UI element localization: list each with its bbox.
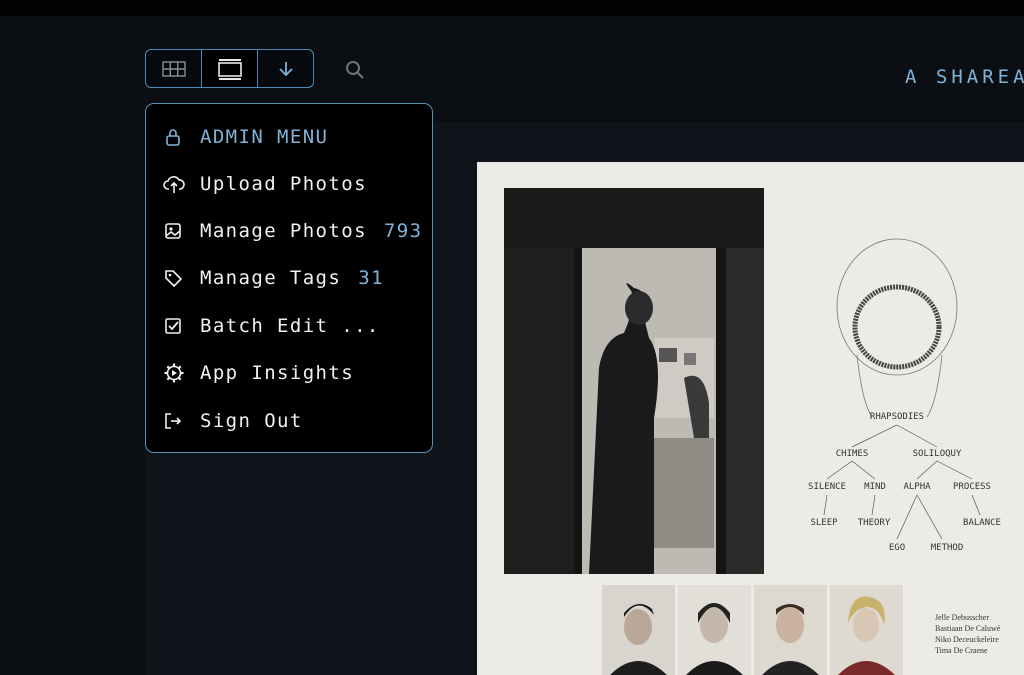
site-title[interactable]: A SHAREAB xyxy=(905,66,1024,88)
diagram-word: SILENCE xyxy=(808,482,846,492)
view-switcher xyxy=(145,49,314,88)
caption-line: Jelle Debusscher xyxy=(935,613,989,622)
admin-menu: ADMIN MENU Upload Photos Manage Photos 7… xyxy=(145,103,433,453)
caption-line: Bastiaan De Caluwé xyxy=(935,624,1001,633)
menu-item-label: Manage Photos xyxy=(200,220,367,242)
full-frame-view-button[interactable] xyxy=(202,50,258,87)
diagram-word: RHAPSODIES xyxy=(870,412,924,422)
photo-doorway-figure xyxy=(504,188,764,574)
menu-item-manage-tags[interactable]: Manage Tags 31 xyxy=(163,263,384,293)
admin-menu-toggle-button[interactable] xyxy=(258,50,313,87)
mind-map-diagram: RHAPSODIES CHIMES SOLILOQUY SILENCE MIND… xyxy=(808,238,1001,553)
diagram-word: ALPHA xyxy=(903,482,931,492)
diagram-word: BALANCE xyxy=(963,518,1001,528)
caption-line: Niko Deceuckeleire xyxy=(935,635,999,644)
top-bar xyxy=(0,0,1024,16)
checkbox-icon xyxy=(163,315,189,337)
lock-icon xyxy=(163,126,189,148)
grid-view-button[interactable] xyxy=(146,50,202,87)
portrait-captions: Jelle Debusscher Bastiaan De Caluwé Niko… xyxy=(935,612,1024,656)
menu-item-label: Manage Tags xyxy=(200,267,342,289)
menu-item-manage-photos[interactable]: Manage Photos 793 xyxy=(163,216,422,246)
portrait-photo xyxy=(754,585,827,675)
portrait-photo xyxy=(602,585,675,675)
photo-count-badge: 793 xyxy=(383,220,423,242)
search-icon xyxy=(346,61,364,79)
diagram-word: SLEEP xyxy=(810,518,838,528)
sign-out-icon xyxy=(163,410,189,432)
diagram-word: PROCESS xyxy=(953,482,991,492)
diagram-word: THEORY xyxy=(858,518,891,528)
menu-item-sign-out[interactable]: Sign Out xyxy=(163,406,303,436)
grid-icon xyxy=(161,60,186,77)
menu-item-label: Upload Photos xyxy=(200,173,367,195)
portrait-photo xyxy=(678,585,751,675)
diagram-word: CHIMES xyxy=(836,449,869,459)
portrait-photo xyxy=(830,585,903,675)
search-button[interactable] xyxy=(343,58,367,82)
featured-photo[interactable]: RHAPSODIES CHIMES SOLILOQUY SILENCE MIND… xyxy=(477,162,1024,675)
diagram-word: EGO xyxy=(889,543,905,553)
tag-icon xyxy=(163,267,189,289)
diagram-word: MIND xyxy=(864,482,886,492)
menu-item-label: Batch Edit ... xyxy=(200,315,380,337)
menu-item-app-insights[interactable]: App Insights xyxy=(163,358,354,388)
admin-menu-title: ADMIN MENU xyxy=(200,126,329,148)
upload-cloud-icon xyxy=(163,173,189,195)
diagram-word: METHOD xyxy=(931,543,964,553)
tag-count-badge: 31 xyxy=(358,267,384,289)
photos-icon xyxy=(163,220,189,242)
arrow-down-icon xyxy=(278,61,293,76)
gear-icon xyxy=(163,362,189,384)
caption-line: Tima De Craene xyxy=(935,646,988,655)
menu-item-label: App Insights xyxy=(200,362,355,384)
menu-item-label: Sign Out xyxy=(200,410,303,432)
full-frame-icon xyxy=(217,58,242,80)
menu-item-batch-edit[interactable]: Batch Edit ... xyxy=(163,311,380,341)
diagram-word: SOLILOQUY xyxy=(913,449,962,459)
admin-menu-header: ADMIN MENU xyxy=(163,122,328,152)
menu-item-upload-photos[interactable]: Upload Photos xyxy=(163,169,367,199)
